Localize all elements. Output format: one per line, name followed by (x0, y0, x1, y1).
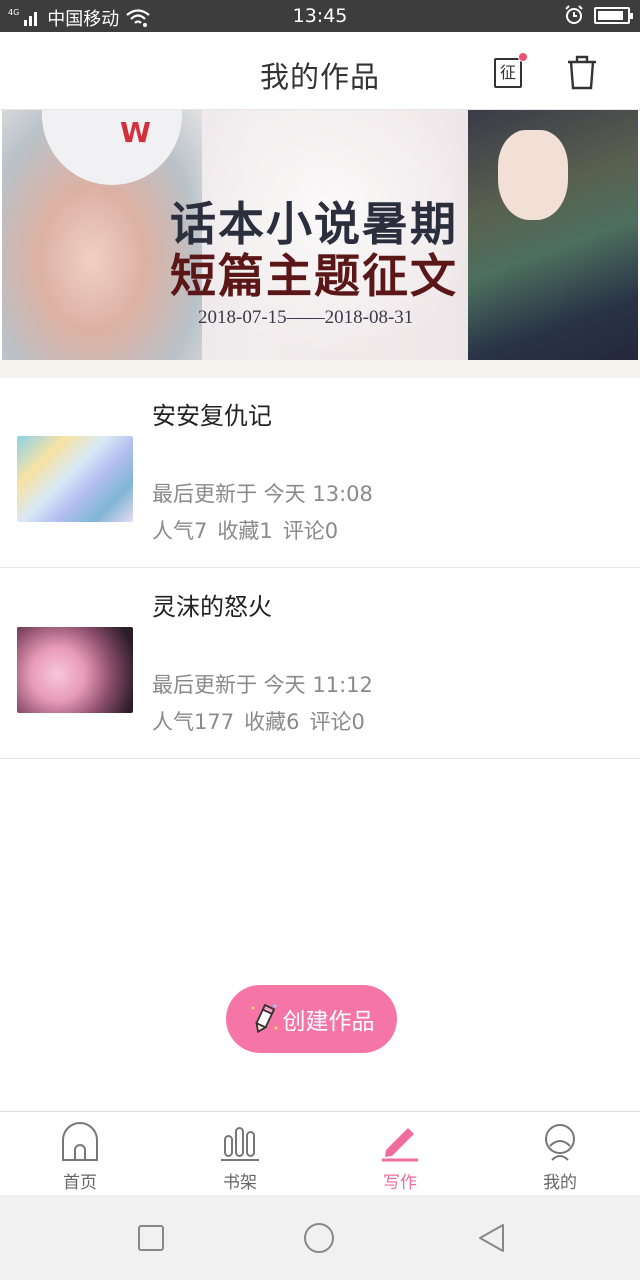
work-stats: 人气177 收藏6 评论0 (152, 706, 365, 736)
work-popularity: 人气7 (152, 519, 208, 543)
app-header: 我的作品 征 (0, 32, 640, 110)
status-right (564, 5, 633, 25)
back-icon[interactable] (474, 1221, 508, 1255)
clock: 13:45 (292, 5, 348, 27)
system-nav-bar (0, 1195, 640, 1280)
notification-dot (518, 52, 528, 62)
bottom-tab-bar: 首页 书架 写作 我的 (0, 1111, 640, 1195)
banner-divider (0, 360, 640, 378)
home-icon (62, 1122, 98, 1161)
tab-profile[interactable]: 我的 (480, 1112, 640, 1195)
work-item[interactable]: 灵沫的怒火 最后更新于 今天 11:12 人气177 收藏6 评论0 (0, 569, 640, 759)
work-stats: 人气7 收藏1 评论0 (152, 515, 338, 545)
status-bar: 4G 中国移动 13:45 (0, 0, 640, 32)
profile-icon (545, 1124, 575, 1161)
battery-icon (594, 6, 633, 24)
work-favorites: 收藏6 (244, 710, 300, 734)
contest-icon: 征 (494, 58, 522, 88)
tab-home-label: 首页 (63, 1173, 97, 1193)
page-title: 我的作品 (259, 60, 380, 94)
recent-apps-icon[interactable] (134, 1221, 168, 1255)
work-comments: 评论0 (309, 710, 365, 734)
pencil-icon (382, 1128, 418, 1162)
work-comments: 评论0 (282, 519, 339, 543)
contest-button[interactable]: 征 (492, 52, 528, 92)
work-item[interactable]: 安安复仇记 最后更新于 今天 13:08 人气7 收藏1 评论0 (0, 378, 640, 568)
tab-bookshelf[interactable]: 书架 (160, 1112, 320, 1195)
work-favorites: 收藏1 (217, 519, 273, 543)
work-title: 灵沫的怒火 (152, 593, 272, 621)
work-cover (17, 436, 133, 522)
alarm-icon (565, 5, 583, 24)
work-updated: 最后更新于 今天 13:08 (152, 482, 373, 506)
work-popularity: 人气177 (152, 710, 235, 734)
work-title: 安安复仇记 (152, 402, 272, 430)
tab-write-label: 写作 (383, 1173, 417, 1193)
work-cover (17, 627, 133, 713)
pencil-icon (251, 1003, 277, 1034)
tab-bookshelf-label: 书架 (223, 1173, 257, 1193)
tab-profile-label: 我的 (543, 1173, 577, 1193)
home-circle-icon[interactable] (302, 1221, 336, 1255)
banner-cap-logo: W (120, 116, 151, 149)
banner-headline-2: 短篇主题征文 (170, 249, 458, 303)
trash-icon (568, 55, 596, 90)
bookshelf-icon (221, 1127, 259, 1161)
create-work-label: 创建作品 (282, 1009, 375, 1035)
create-work-button[interactable]: 创建作品 (226, 985, 397, 1053)
tab-home[interactable]: 首页 (0, 1112, 160, 1195)
banner-dates: 2018-07-15——2018-08-31 (198, 307, 414, 328)
battery-level (598, 10, 623, 20)
contest-banner[interactable]: W 话本小说暑期 短篇主题征文 2018-07-15——2018-08-31 (2, 110, 638, 360)
work-updated: 最后更新于 今天 11:12 (152, 673, 373, 697)
delete-button[interactable] (564, 52, 600, 92)
banner-face-right (498, 130, 568, 220)
tab-write[interactable]: 写作 (320, 1112, 480, 1195)
